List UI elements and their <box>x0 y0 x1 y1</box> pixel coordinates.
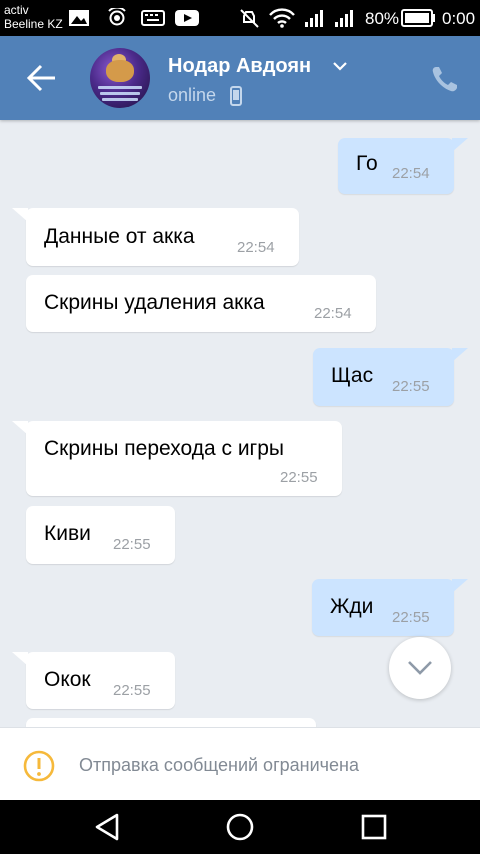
message-text: Щас <box>331 364 374 387</box>
message-time: 22:55 <box>392 609 430 626</box>
wifi-icon <box>269 8 295 28</box>
message-incoming[interactable]: Данные от акка 22:54 <box>12 208 299 266</box>
message-incoming[interactable]: Скрины перехода с игры 22:55 <box>12 421 342 496</box>
chevron-down-icon <box>408 661 432 675</box>
image-icon <box>69 10 89 26</box>
message-time: 22:54 <box>237 239 275 256</box>
message-outgoing[interactable]: Жди 22:55 <box>312 579 468 636</box>
nav-back-icon[interactable] <box>92 811 124 843</box>
restriction-banner: Отправка сообщений ограничена <box>0 727 480 800</box>
chevron-down-icon[interactable] <box>332 61 348 71</box>
avatar[interactable] <box>90 48 150 108</box>
carrier-label: activ Beeline KZ <box>4 3 63 31</box>
signal-icon-1 <box>305 10 323 27</box>
message-text: Скрины удаления акка <box>44 291 265 314</box>
message-time: 22:54 <box>314 305 352 322</box>
chat-header: Нодар Авдоян online <box>0 36 480 120</box>
scroll-down-button[interactable] <box>389 637 451 699</box>
clock: 0:00 <box>442 9 476 28</box>
back-button[interactable] <box>24 61 60 95</box>
message-incoming[interactable]: Скрины удаления акка 22:54 <box>26 275 376 332</box>
youtube-icon <box>175 10 199 26</box>
message-text: Окок <box>44 668 91 691</box>
warning-icon <box>23 750 55 782</box>
message-time: 22:55 <box>392 378 430 395</box>
silent-mode-icon <box>240 9 259 28</box>
battery-percent: 80% <box>365 9 400 28</box>
message-incoming[interactable]: Киви 22:55 <box>26 506 175 564</box>
nav-home-icon[interactable] <box>224 811 256 843</box>
message-text: Киви <box>44 522 91 545</box>
battery-icon <box>401 9 435 27</box>
carrier-line-1: activ <box>4 3 29 17</box>
message-time: 22:55 <box>280 469 318 486</box>
message-text: Скрины перехода с игры <box>44 437 284 460</box>
message-list[interactable]: Го 22:54 Данные от акка 22:54 Скрины уда… <box>0 120 480 727</box>
keyboard-icon <box>141 10 165 26</box>
message-text: Го <box>356 152 378 175</box>
message-incoming[interactable]: Окок 22:55 <box>12 652 175 709</box>
message-time: 22:55 <box>113 536 151 553</box>
message-text: Данные от акка <box>44 225 195 248</box>
signal-icon-2 <box>335 10 353 27</box>
restriction-text: Отправка сообщений ограничена <box>79 755 359 775</box>
message-incoming-partial[interactable] <box>26 718 316 727</box>
nav-recent-apps-icon[interactable] <box>359 812 389 842</box>
contact-name[interactable]: Нодар Авдоян <box>168 55 311 78</box>
hotspot-icon <box>108 8 126 26</box>
message-time: 22:54 <box>392 165 430 182</box>
message-time: 22:55 <box>113 682 151 699</box>
status-bar: activ Beeline KZ 80% 0:00 <box>0 0 480 36</box>
mobile-phone-icon <box>230 86 242 106</box>
message-outgoing[interactable]: Щас 22:55 <box>313 348 468 406</box>
message-outgoing[interactable]: Го 22:54 <box>338 138 468 194</box>
arrow-left-icon <box>26 64 55 92</box>
carrier-line-2: Beeline KZ <box>4 17 63 31</box>
navigation-bar <box>0 800 480 854</box>
phone-icon <box>432 67 457 92</box>
message-text: Жди <box>330 595 374 618</box>
contact-status: online <box>168 85 217 105</box>
call-button[interactable] <box>430 64 460 94</box>
